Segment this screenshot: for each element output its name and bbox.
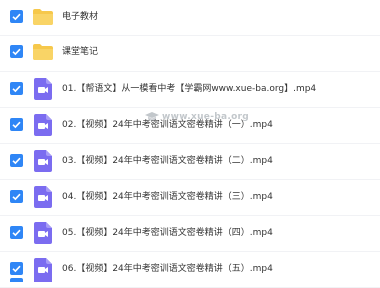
video-file-icon xyxy=(34,150,52,172)
video-file-icon xyxy=(34,222,52,244)
checkbox[interactable] xyxy=(10,10,23,23)
checkbox[interactable] xyxy=(10,262,23,275)
file-name: 03.【视频】24年中考密训语文密卷精讲（二）.mp4 xyxy=(62,156,273,166)
video-file-icon xyxy=(34,186,52,208)
list-item[interactable]: 04.【视频】24年中考密训语文密卷精讲（三）.mp4 xyxy=(0,180,380,216)
file-name: 02.【视频】24年中考密训语文密卷精讲（一）.mp4 xyxy=(62,120,273,130)
checkbox[interactable] xyxy=(10,190,23,203)
file-list: 电子教材 课堂笔记 01.【帮语文】从一模看中考【学霸网www.xue-ba.o… xyxy=(0,0,380,288)
folder-icon xyxy=(33,9,53,25)
folder-icon xyxy=(33,44,53,60)
file-name: 课堂笔记 xyxy=(62,47,99,57)
video-file-icon xyxy=(34,114,52,136)
list-item[interactable]: 课堂笔记 xyxy=(0,36,380,72)
file-name: 电子教材 xyxy=(62,12,99,22)
checkbox[interactable] xyxy=(10,82,23,95)
list-item[interactable]: 06.【视频】24年中考密训语文密卷精讲（五）.mp4 xyxy=(0,252,380,288)
checkbox[interactable] xyxy=(10,118,23,131)
file-name: 01.【帮语文】从一模看中考【学霸网www.xue-ba.org】.mp4 xyxy=(62,84,317,94)
checkbox[interactable] xyxy=(10,45,23,58)
file-name: 05.【视频】24年中考密训语文密卷精讲（四）.mp4 xyxy=(62,228,273,238)
list-item[interactable]: 03.【视频】24年中考密训语文密卷精讲（二）.mp4 xyxy=(0,144,380,180)
file-name: 06.【视频】24年中考密训语文密卷精讲（五）.mp4 xyxy=(62,264,273,274)
list-item[interactable]: 电子教材 xyxy=(0,0,380,36)
checkbox[interactable] xyxy=(10,154,23,167)
video-file-icon xyxy=(34,78,52,100)
list-item[interactable]: 01.【帮语文】从一模看中考【学霸网www.xue-ba.org】.mp4 xyxy=(0,72,380,108)
list-item[interactable]: 02.【视频】24年中考密训语文密卷精讲（一）.mp4 xyxy=(0,108,380,144)
list-item-partial xyxy=(0,276,380,282)
list-item[interactable]: 05.【视频】24年中考密训语文密卷精讲（四）.mp4 xyxy=(0,216,380,252)
file-name: 04.【视频】24年中考密训语文密卷精讲（三）.mp4 xyxy=(62,192,273,202)
checkbox[interactable] xyxy=(10,226,23,239)
